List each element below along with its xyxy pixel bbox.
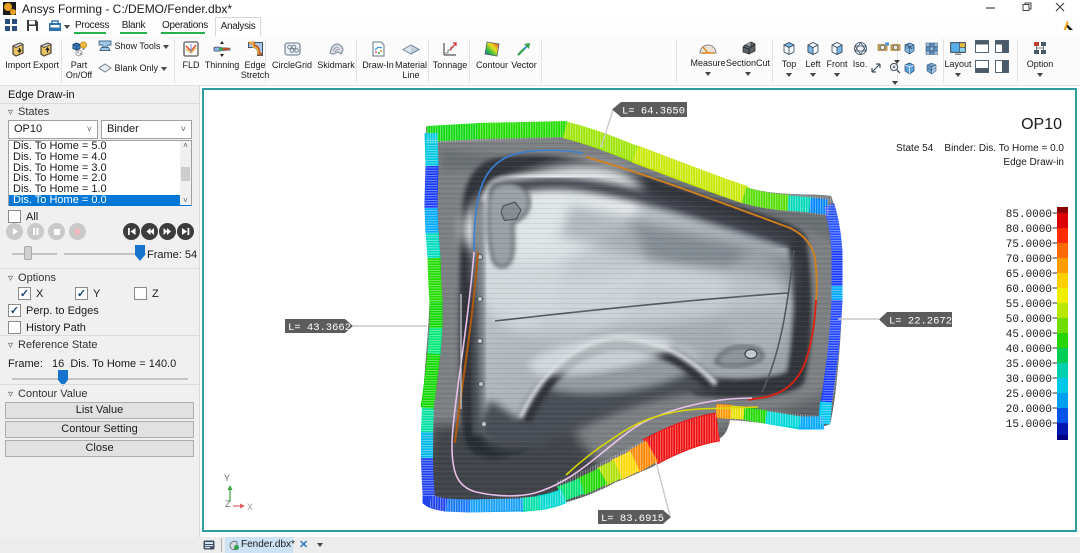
svg-text:15.0000: 15.0000: [1006, 419, 1052, 431]
svg-text:80.0000: 80.0000: [1006, 224, 1052, 236]
svg-text:L= 43.3662: L= 43.3662: [288, 322, 351, 334]
svg-text:60.0000: 60.0000: [1006, 284, 1052, 296]
svg-text:75.0000: 75.0000: [1006, 239, 1052, 251]
svg-text:65.0000: 65.0000: [1006, 269, 1052, 281]
svg-text:Y: Y: [224, 473, 230, 483]
svg-text:OP10: OP10: [1021, 116, 1062, 133]
svg-text:L= 22.2672: L= 22.2672: [889, 315, 952, 327]
svg-text:X: X: [247, 502, 253, 512]
svg-text:45.0000: 45.0000: [1006, 329, 1052, 341]
svg-text:50.0000: 50.0000: [1006, 314, 1052, 326]
svg-text:40.0000: 40.0000: [1006, 344, 1052, 356]
svg-text:55.0000: 55.0000: [1006, 299, 1052, 311]
svg-text:70.0000: 70.0000: [1006, 254, 1052, 266]
svg-text:State 54 Binder: Dis. To Ho: State 54 Binder: Dis. To Home = 0.0: [896, 143, 1064, 154]
svg-text:30.0000: 30.0000: [1006, 374, 1052, 386]
svg-text:85.0000: 85.0000: [1006, 209, 1052, 221]
svg-text:25.0000: 25.0000: [1006, 389, 1052, 401]
svg-text:L= 64.3650: L= 64.3650: [622, 105, 685, 117]
svg-text:L= 83.6915: L= 83.6915: [601, 513, 664, 525]
svg-text:Edge Draw-in: Edge Draw-in: [1003, 157, 1064, 168]
svg-text:20.0000: 20.0000: [1006, 404, 1052, 416]
svg-text:35.0000: 35.0000: [1006, 359, 1052, 371]
